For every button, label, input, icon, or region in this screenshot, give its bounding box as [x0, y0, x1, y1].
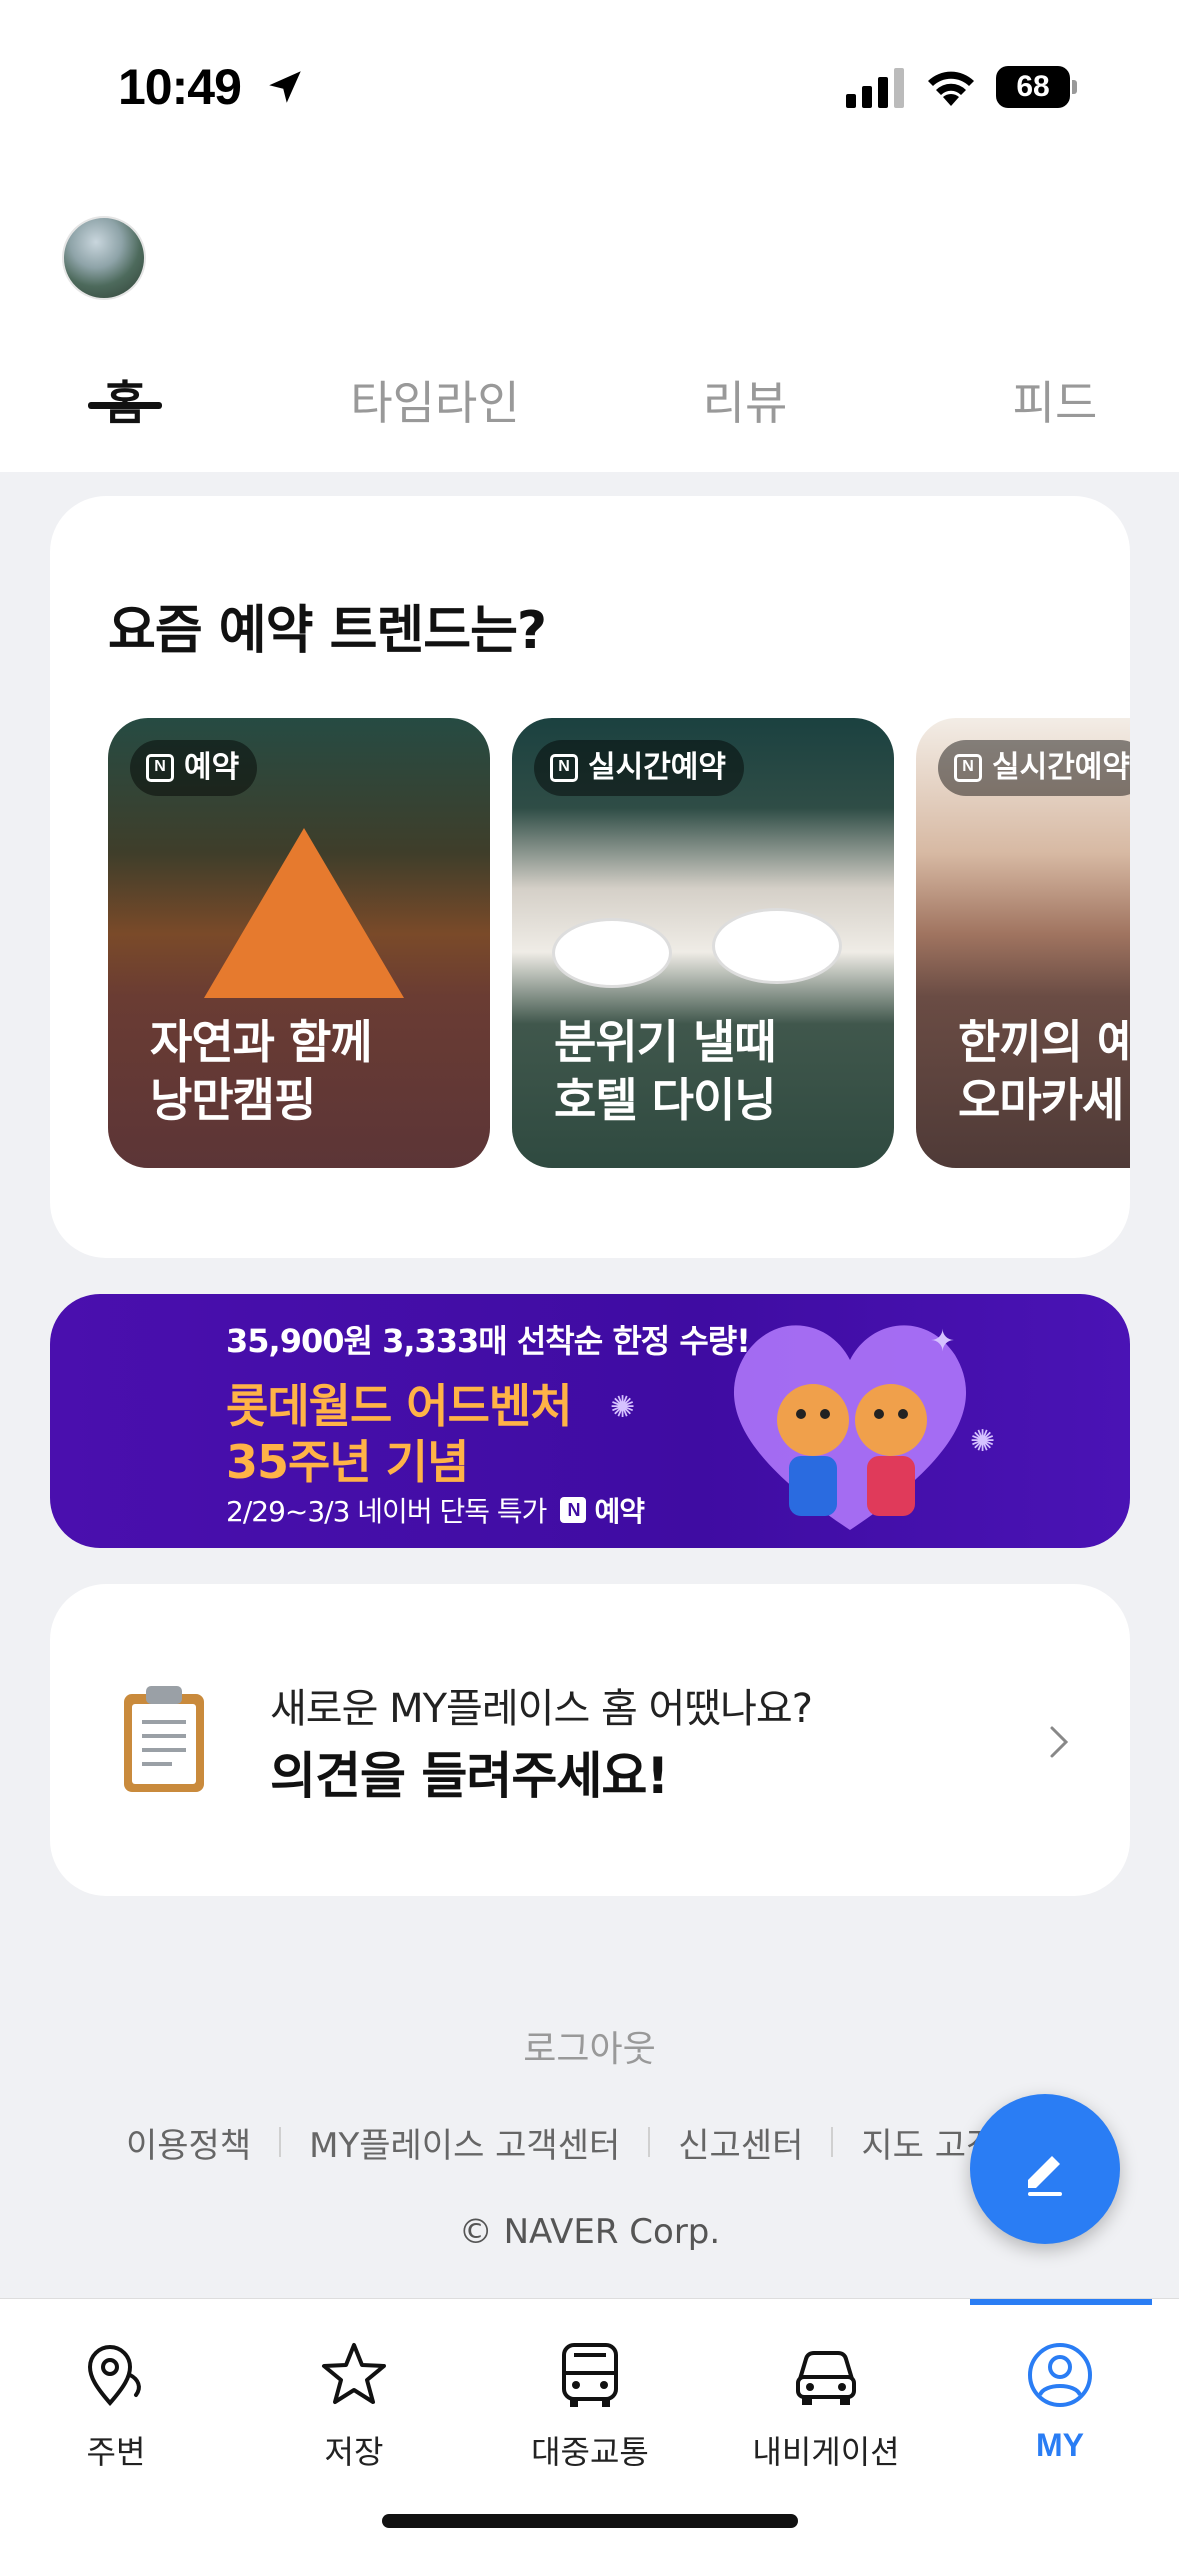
nav-item-transit[interactable]: 대중교통 [490, 2299, 690, 2499]
bus-icon [562, 2343, 618, 2407]
nav-item-nearby[interactable]: 주변 [16, 2299, 216, 2499]
banner-line1: 35,900원 3,333매 선착순 한정 수량! [226, 1322, 751, 1360]
footer-link-policy[interactable]: 이용정책 [126, 2118, 251, 2167]
footer-link-report[interactable]: 신고센터 [678, 2118, 803, 2167]
reservation-badge: N 실시간예약 [534, 740, 744, 796]
nav-item-my[interactable]: MY [960, 2299, 1160, 2499]
camping-tent-image [204, 828, 404, 998]
location-arrow-icon [269, 71, 301, 103]
avatar[interactable] [62, 216, 146, 300]
nav-label: 저장 [324, 2433, 384, 2471]
promo-banner[interactable]: 35,900원 3,333매 선착순 한정 수량! 롯데월드 어드벤처 35주년… [50, 1294, 1130, 1548]
trend-item-title-line1: 자연과 함께 [150, 1015, 373, 1069]
status-time: 10:49 [118, 59, 242, 115]
nav-item-navigation[interactable]: 내비게이션 [726, 2299, 926, 2499]
feedback-card[interactable]: 새로운 MY플레이스 홈 어땠나요? 의견을 들려주세요! [50, 1584, 1130, 1896]
feedback-question: 새로운 MY플레이스 홈 어땠나요? [270, 1686, 813, 1732]
battery-level: 68 [1016, 70, 1050, 103]
tab-feed[interactable]: 피드 [970, 358, 1140, 472]
dish-image [712, 908, 842, 984]
calendar-n-icon: N [146, 754, 174, 782]
status-bar: 10:49 68 [0, 0, 1179, 150]
calendar-n-icon: N [550, 754, 578, 782]
reservation-trend-card: 요즘 예약 트렌드는? N 예약 자연과 함께 낭만캠핑 N 실시간예약 분위기 낼… [50, 496, 1130, 1258]
firework-icon: ✺ [610, 1390, 636, 1425]
trend-title: 요즘 예약 트렌드는? [108, 601, 547, 661]
reservation-badge: N 실시간예약 [938, 740, 1130, 796]
active-tab-indicator [88, 402, 162, 409]
nav-label: 대중교통 [531, 2433, 649, 2471]
tab-home[interactable]: 홈 [40, 358, 210, 472]
divider [831, 2127, 834, 2157]
sparkle-icon: ✦ [930, 1324, 956, 1359]
nav-label: MY [1036, 2427, 1084, 2463]
trend-item-hotel-dining[interactable]: N 실시간예약 분위기 낼때 호텔 다이닝 [512, 718, 894, 1168]
logout-link[interactable]: 로그아웃 [0, 2020, 1179, 2072]
profile-icon [1028, 2343, 1092, 2407]
trend-item-title-line1: 분위기 낼때 [554, 1015, 777, 1069]
trend-item-camping[interactable]: N 예약 자연과 함께 낭만캠핑 [108, 718, 490, 1168]
nav-label: 내비게이션 [752, 2433, 900, 2471]
footer-links: 이용정책 MY플레이스 고객센터 신고센터 지도 고객 [126, 2118, 997, 2166]
banner-line4: 2/29~3/3 네이버 단독 특가 N 예약 [226, 1490, 645, 1530]
calendar-n-icon: N [954, 754, 982, 782]
tab-timeline[interactable]: 타임라인 [330, 358, 540, 472]
profile-header: 홈 타임라인 리뷰 피드 [0, 150, 1179, 472]
cellular-signal-icon [846, 68, 904, 108]
nav-label: 주변 [86, 2433, 146, 2471]
reservation-badge: N 예약 [130, 740, 258, 796]
trend-item-title-line2: 낭만캠핑 [150, 1073, 316, 1127]
naver-reservation-badge: N 예약 [560, 1490, 645, 1530]
wifi-icon [928, 71, 974, 106]
trend-item-title-line2: 호텔 다이닝 [554, 1073, 777, 1127]
dish-image [552, 918, 672, 988]
feedback-cta: 의견을 들려주세요! [270, 1747, 669, 1805]
pencil-icon [1028, 2156, 1062, 2196]
tab-review[interactable]: 리뷰 [660, 358, 830, 472]
trend-item-title-line2: 오마카세 [958, 1073, 1124, 1127]
firework-icon: ✺ [970, 1424, 996, 1459]
write-button[interactable] [970, 2094, 1120, 2244]
location-pin-icon [87, 2345, 141, 2407]
trend-item-omakase[interactable]: N 실시간예약 한끼의 예 오마카세 [916, 718, 1130, 1168]
profile-tabs: 홈 타임라인 리뷰 피드 [0, 358, 1179, 472]
car-icon [796, 2351, 856, 2405]
nav-item-saved[interactable]: 저장 [254, 2299, 454, 2499]
banner-line3: 35주년 기념 [226, 1435, 469, 1489]
footer-link-support[interactable]: MY플레이스 고객센터 [309, 2118, 620, 2167]
clipboard-icon [124, 1686, 204, 1792]
star-icon [322, 2343, 386, 2404]
chevron-right-icon [1050, 1726, 1069, 1758]
username-redacted [200, 226, 450, 286]
battery-indicator: 68 [996, 66, 1077, 108]
divider [648, 2127, 651, 2157]
home-indicator[interactable] [382, 2514, 798, 2528]
naver-n-icon: N [560, 1497, 587, 1523]
trend-item-title-line1: 한끼의 예 [958, 1015, 1130, 1069]
divider [279, 2127, 282, 2157]
